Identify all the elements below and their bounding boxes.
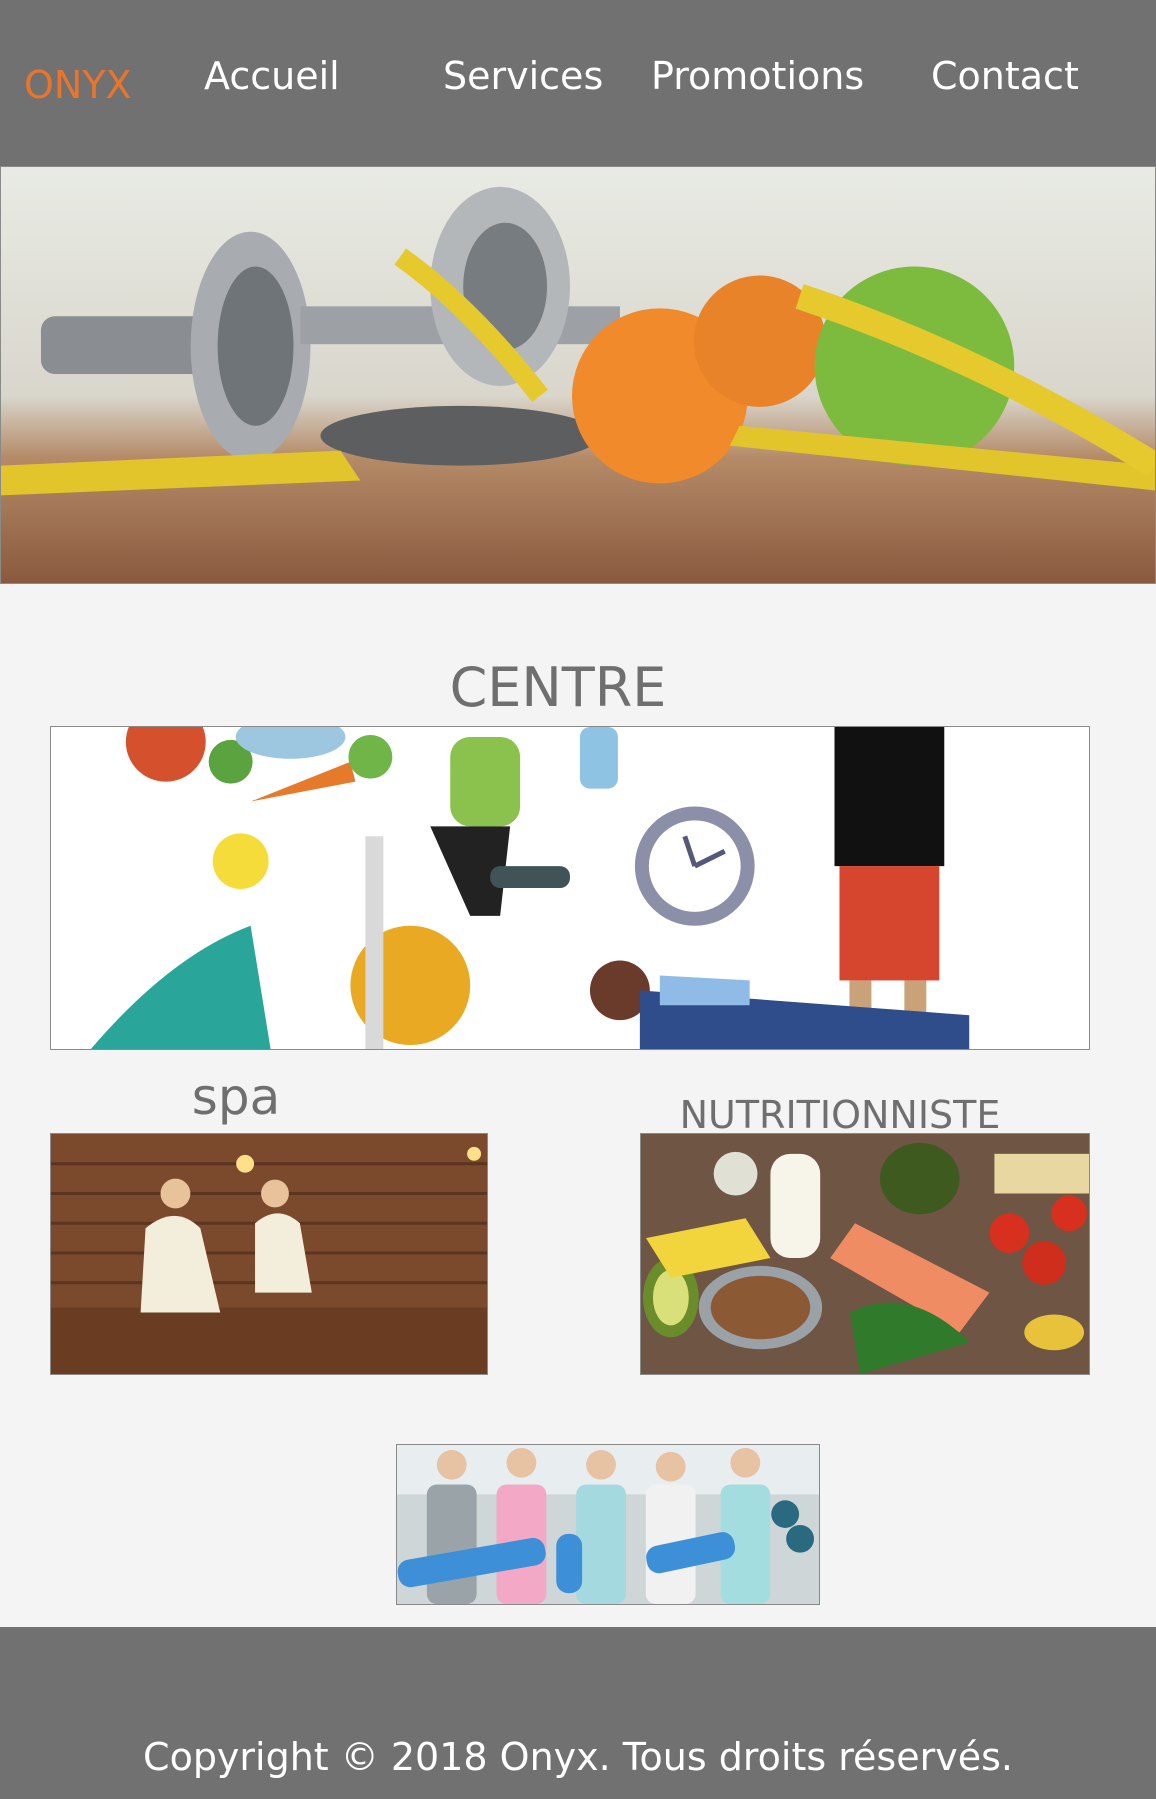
group-fitness-image <box>396 1444 820 1605</box>
nav-link-services[interactable]: Services <box>443 52 603 100</box>
spa-sauna-image <box>50 1133 488 1375</box>
copyright-text: Copyright © 2018 Onyx. Tous droits réser… <box>143 1735 1013 1779</box>
nav-link-accueil[interactable]: Accueil <box>204 52 340 100</box>
logo[interactable]: ONYX <box>24 62 132 108</box>
fitness-illustration-image <box>50 726 1090 1050</box>
site-header: ONYX Accueil Services Promotions Contact <box>0 0 1156 166</box>
centre-section-title: CENTRE <box>449 656 667 719</box>
nutrition-food-image <box>640 1133 1090 1375</box>
hero-banner-image <box>0 166 1156 584</box>
nav-link-contact[interactable]: Contact <box>931 52 1079 100</box>
spa-section-title: spa <box>191 1068 281 1126</box>
nav-link-promotions[interactable]: Promotions <box>651 52 864 100</box>
